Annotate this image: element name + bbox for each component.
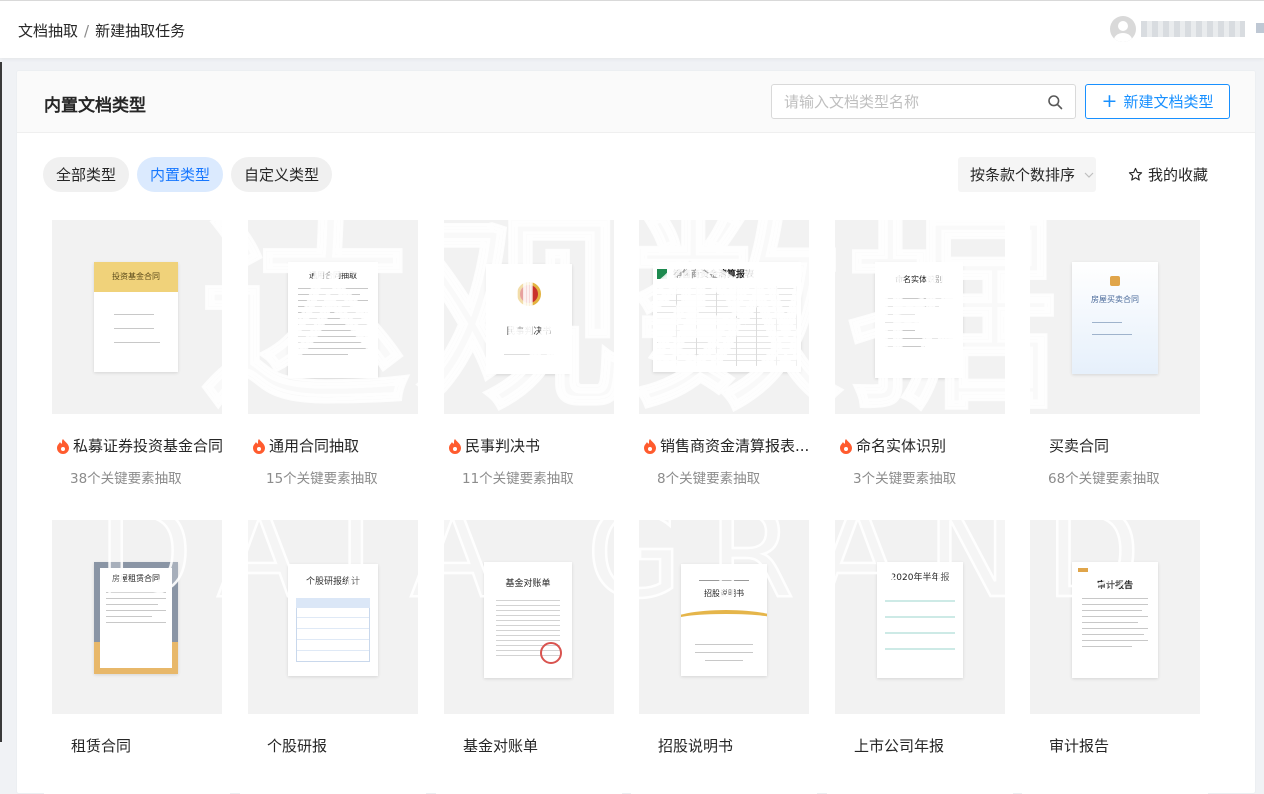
document-preview: 审计报告 <box>1072 562 1158 678</box>
card-subtitle: 11个关键要素抽取 <box>462 471 574 487</box>
document-preview: 销售商资金清算报表 <box>653 262 801 372</box>
username-redacted[interactable] <box>1141 21 1245 37</box>
card-subtitle: 68个关键要素抽取 <box>1048 471 1160 487</box>
document-preview: 房屋买卖合同 <box>1072 262 1158 374</box>
avatar[interactable] <box>1110 16 1136 42</box>
card-thumbnail: 投资基金合同 <box>52 220 222 414</box>
card-title: 通用合同抽取 <box>252 435 422 456</box>
top-bar: 文档抽取 / 新建抽取任务 <box>0 0 1264 58</box>
search-icon[interactable] <box>1047 94 1063 110</box>
doc-type-card[interactable]: 基金对账单 基金对账单 <box>436 512 622 794</box>
new-doc-type-label: 新建文档类型 <box>1123 93 1214 111</box>
card-title: 基金对账单 <box>463 737 539 755</box>
document-preview: 命名实体识别 <box>875 262 963 378</box>
search-box[interactable] <box>771 84 1076 119</box>
hot-icon <box>253 438 265 454</box>
card-title: 私募证券投资基金合同 <box>56 435 226 456</box>
card-subtitle: 8个关键要素抽取 <box>657 471 761 487</box>
breadcrumb: 文档抽取 / 新建抽取任务 <box>18 20 185 41</box>
new-doc-type-button[interactable]: + 新建文档类型 <box>1085 84 1230 119</box>
card-title: 买卖合同 <box>1049 437 1110 455</box>
type-filter-group: 全部类型 内置类型 自定义类型 <box>43 157 333 192</box>
sort-dropdown[interactable]: 按条款个数排序 <box>958 157 1096 192</box>
page-title: 内置文档类型 <box>44 96 146 116</box>
card-thumbnail: 民事判决书 <box>444 220 614 414</box>
filter-all-types[interactable]: 全部类型 <box>43 157 130 192</box>
filter-builtin-types[interactable]: 内置类型 <box>137 157 224 192</box>
card-subtitle: 15个关键要素抽取 <box>266 471 378 487</box>
document-preview: 通用合同抽取 <box>288 262 378 378</box>
favorites-link[interactable]: 我的收藏 <box>1128 164 1208 185</box>
breadcrumb-current: 新建抽取任务 <box>95 22 186 40</box>
sort-label: 按条款个数排序 <box>970 166 1076 184</box>
card-thumbnail: 基金对账单 <box>444 520 614 714</box>
left-edge-divider <box>0 62 2 742</box>
card-title: 招股说明书 <box>658 737 734 755</box>
card-title: 销售商资金清算报表... <box>643 435 813 456</box>
filter-custom-types[interactable]: 自定义类型 <box>231 157 333 192</box>
star-icon <box>1128 167 1143 181</box>
card-title: 命名实体识别 <box>839 435 1009 456</box>
card-subtitle: 38个关键要素抽取 <box>70 471 182 487</box>
panel-header: 内置文档类型 + 新建文档类型 <box>17 71 1255 133</box>
card-thumbnail: 通用合同抽取 <box>248 220 418 414</box>
document-preview: 2020年半年报 <box>877 562 963 678</box>
hot-icon <box>840 438 852 454</box>
card-thumbnail: 销售商资金清算报表 <box>639 220 809 414</box>
card-thumbnail: 个股研报统计 <box>248 520 418 714</box>
plus-icon: + <box>1101 90 1118 112</box>
card-title: 个股研报 <box>267 737 328 755</box>
hot-icon <box>57 438 69 454</box>
hot-icon <box>644 438 656 454</box>
breadcrumb-root[interactable]: 文档抽取 <box>18 22 78 40</box>
doc-type-card[interactable]: 投资基金合同 私募证券投资基金合同 38个关键要素抽取 <box>44 212 230 494</box>
card-subtitle: 3个关键要素抽取 <box>853 471 957 487</box>
hot-icon <box>449 438 461 454</box>
document-preview: 招股说明书 <box>681 564 767 676</box>
favorites-label: 我的收藏 <box>1148 166 1209 184</box>
document-preview: 民事判决书 <box>486 264 572 374</box>
doc-type-card[interactable]: 房屋买卖合同 买卖合同 68个关键要素抽取 <box>1022 212 1208 494</box>
document-preview: 房屋租赁合同 <box>94 562 178 674</box>
user-menu-icon[interactable] <box>1256 23 1264 33</box>
card-title: 上市公司年报 <box>854 737 945 755</box>
doc-type-card[interactable]: 审计报告 审计报告 <box>1022 512 1208 794</box>
card-thumbnail: 房屋买卖合同 <box>1030 220 1200 414</box>
card-thumbnail: 2020年半年报 <box>835 520 1005 714</box>
doc-type-card[interactable]: 民事判决书 民事判决书 11个关键要素抽取 <box>436 212 622 494</box>
card-thumbnail: 命名实体识别 <box>835 220 1005 414</box>
doc-type-card[interactable]: 2020年半年报 上市公司年报 <box>827 512 1013 794</box>
chevron-down-icon <box>1084 172 1094 178</box>
doc-type-card[interactable]: 通用合同抽取 通用合同抽取 15个关键要素抽取 <box>240 212 426 494</box>
card-title: 民事判决书 <box>448 435 618 456</box>
card-thumbnail: 审计报告 <box>1030 520 1200 714</box>
search-input[interactable] <box>784 85 1044 118</box>
doc-type-card[interactable]: 房屋租赁合同 租赁合同 <box>44 512 230 794</box>
doc-type-card[interactable]: 个股研报统计 个股研报 <box>240 512 426 794</box>
doc-type-card[interactable]: 命名实体识别 命名实体识别 3个关键要素抽取 <box>827 212 1013 494</box>
doc-type-card[interactable]: 销售商资金清算报表 销售商资金清算报表... 8个关键要素抽取 <box>631 212 817 494</box>
breadcrumb-separator: / <box>84 22 90 40</box>
document-preview: 投资基金合同 <box>94 262 178 372</box>
card-title: 租赁合同 <box>71 737 132 755</box>
card-title: 审计报告 <box>1049 737 1110 755</box>
card-thumbnail: 房屋租赁合同 <box>52 520 222 714</box>
doc-type-card[interactable]: 招股说明书 招股说明书 <box>631 512 817 794</box>
card-thumbnail: 招股说明书 <box>639 520 809 714</box>
document-preview: 基金对账单 <box>484 562 572 678</box>
document-preview: 个股研报统计 <box>288 564 378 676</box>
